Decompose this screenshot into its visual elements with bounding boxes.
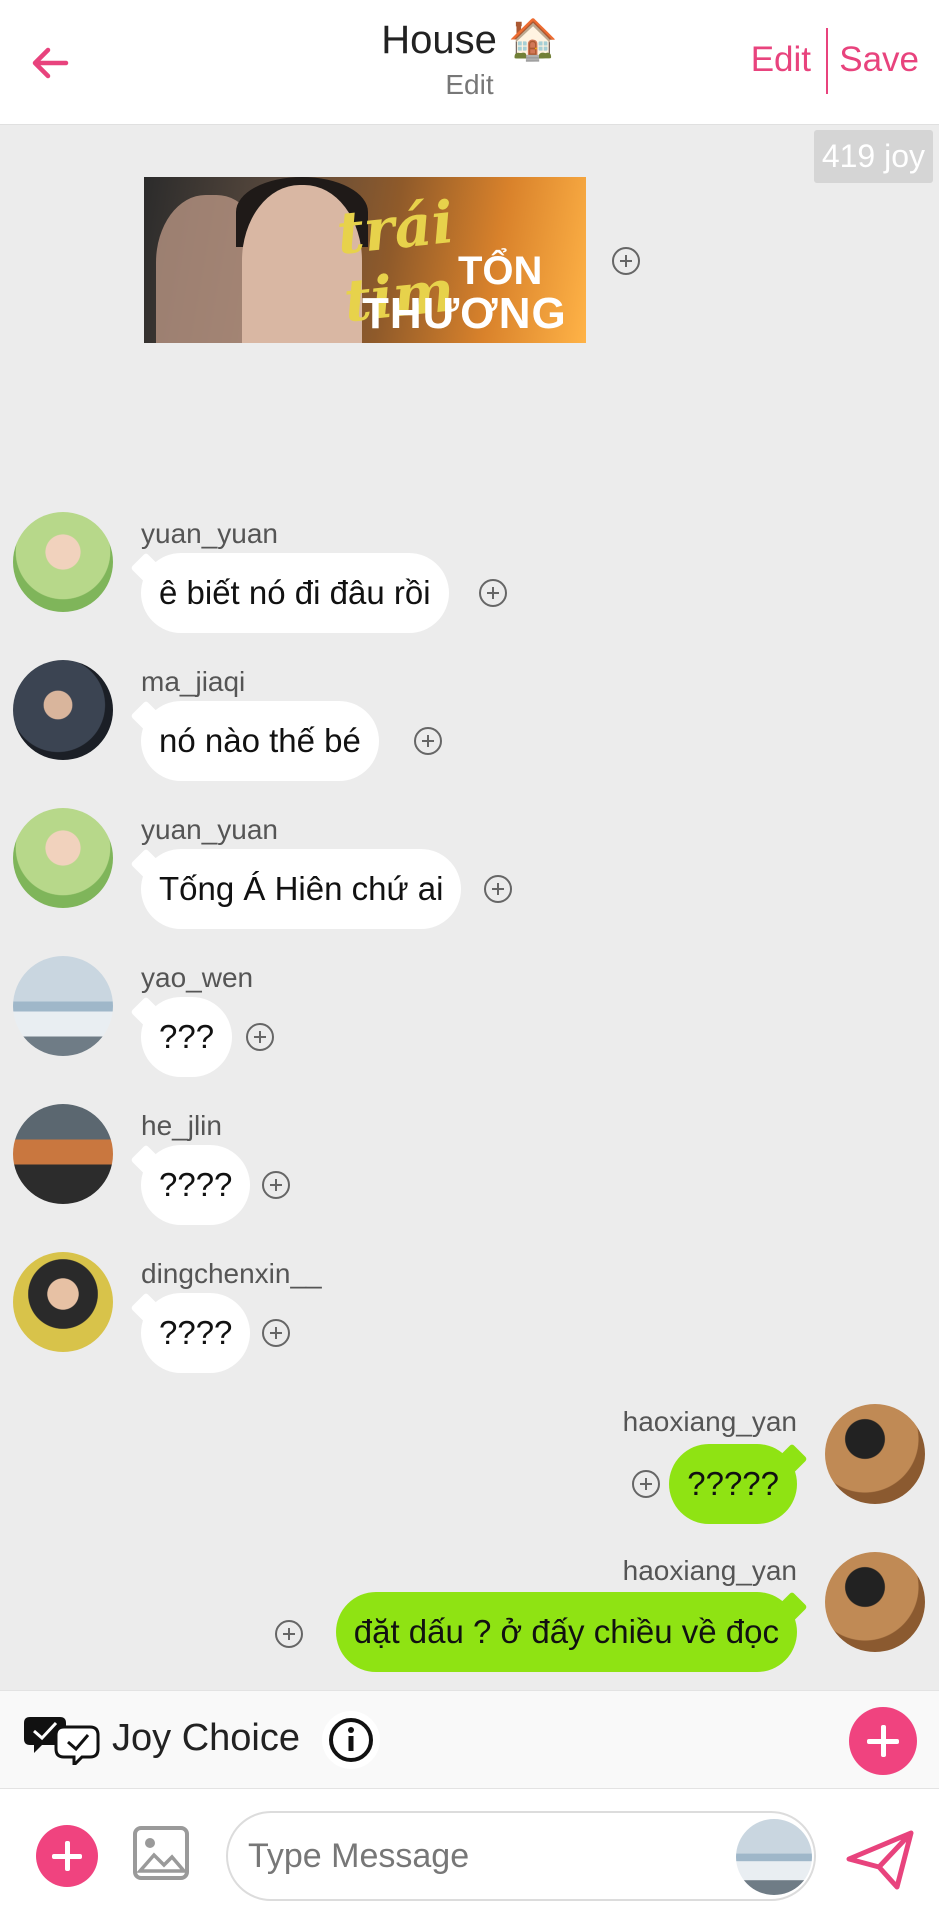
- avatar[interactable]: [13, 512, 113, 612]
- add-reaction-icon[interactable]: [414, 727, 442, 755]
- add-reaction-icon[interactable]: [632, 1470, 660, 1498]
- save-button[interactable]: Save: [839, 40, 919, 80]
- message-username: yao_wen: [141, 962, 254, 993]
- message-username: dingchenxin__: [141, 1258, 322, 1289]
- avatar[interactable]: [825, 1404, 925, 1504]
- add-reaction-icon[interactable]: [612, 247, 640, 275]
- banner-title-line3: THƯƠNG: [362, 289, 567, 338]
- avatar[interactable]: [825, 1552, 925, 1652]
- info-icon[interactable]: [322, 1711, 380, 1769]
- send-icon[interactable]: [845, 1829, 915, 1891]
- message-username: haoxiang_yan: [622, 1555, 797, 1586]
- add-reaction-icon[interactable]: [275, 1620, 303, 1648]
- message-input-bar: [0, 1788, 939, 1921]
- add-reaction-icon[interactable]: [479, 579, 507, 607]
- avatar[interactable]: [13, 1252, 113, 1352]
- message-username: he_jlin: [141, 1110, 222, 1141]
- add-reaction-icon[interactable]: [484, 875, 512, 903]
- message-bubble[interactable]: ????: [141, 1145, 251, 1225]
- message-username: ma_jiaqi: [141, 666, 246, 697]
- message-input[interactable]: [226, 1811, 816, 1901]
- add-reaction-icon[interactable]: [262, 1171, 290, 1199]
- message-bubble[interactable]: Tống Á Hiên chứ ai: [141, 849, 462, 929]
- house-emoji-icon: 🏠: [507, 18, 558, 62]
- banner-title-line2: TỔN: [458, 249, 543, 293]
- avatar[interactable]: [13, 956, 113, 1056]
- joy-count-badge: 419 joy: [813, 130, 933, 183]
- message-bubble[interactable]: đặt dấu ? ở đấy chiều về đọc: [335, 1592, 797, 1672]
- message-username: haoxiang_yan: [622, 1406, 797, 1437]
- add-reaction-icon[interactable]: [246, 1023, 274, 1051]
- message-bubble[interactable]: ?????: [669, 1444, 797, 1524]
- joy-choice-bar: Joy Choice: [0, 1690, 939, 1789]
- character-avatar[interactable]: [736, 1819, 812, 1895]
- chat-check-icon: [24, 1717, 100, 1765]
- add-reaction-icon[interactable]: [262, 1319, 290, 1347]
- message-username: yuan_yuan: [141, 814, 279, 845]
- add-attachment-button[interactable]: [36, 1825, 98, 1887]
- app-header: House 🏠 Edit Edit Save: [0, 0, 939, 125]
- page-title-text: House: [381, 18, 497, 62]
- page-title[interactable]: House 🏠: [381, 16, 558, 63]
- image-icon[interactable]: [132, 1825, 190, 1881]
- banner-image[interactable]: trái tim TỔN THƯƠNG: [144, 177, 586, 343]
- avatar[interactable]: [13, 660, 113, 760]
- avatar[interactable]: [13, 808, 113, 908]
- edit-button[interactable]: Edit: [751, 40, 811, 80]
- avatar[interactable]: [13, 1104, 113, 1204]
- joy-add-button[interactable]: [849, 1707, 917, 1775]
- message-username: yuan_yuan: [141, 518, 279, 549]
- joy-choice-label[interactable]: Joy Choice: [112, 1717, 300, 1760]
- message-bubble[interactable]: ???: [141, 997, 233, 1077]
- message-bubble[interactable]: ????: [141, 1293, 251, 1373]
- message-bubble[interactable]: ê biết nó đi đâu rồi: [141, 553, 449, 633]
- message-bubble[interactable]: nó nào thế bé: [141, 701, 379, 781]
- header-divider: [826, 28, 828, 94]
